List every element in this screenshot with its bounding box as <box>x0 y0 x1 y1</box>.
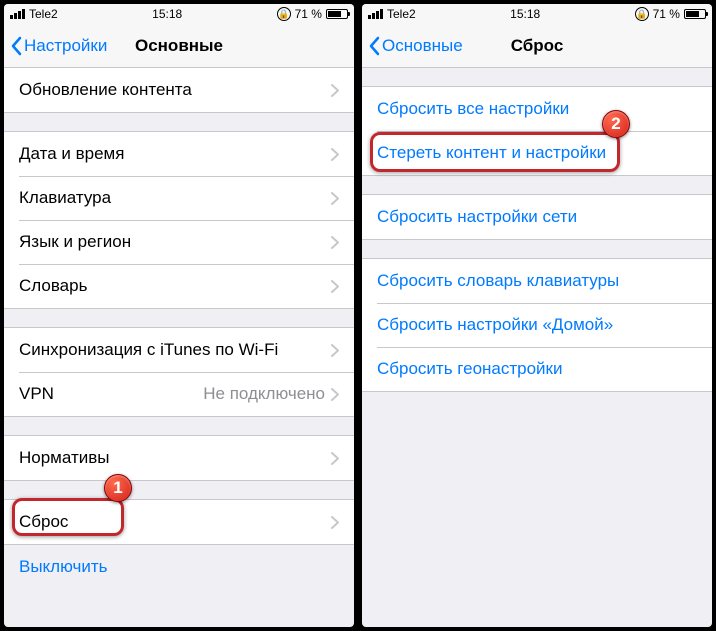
row-reset-all-settings[interactable]: Сбросить все настройки <box>362 87 712 131</box>
row-label: Сбросить настройки сети <box>377 207 577 227</box>
row-language-region[interactable]: Язык и регион <box>4 220 354 264</box>
rotation-lock-icon: 🔒 <box>277 7 291 21</box>
chevron-right-icon <box>331 236 339 249</box>
row-reset[interactable]: Сброс <box>4 500 354 544</box>
screen-general: Tele2 15:18 🔒 71 % Настройки Основные Об… <box>4 4 354 627</box>
row-label: Сбросить словарь клавиатуры <box>377 271 619 291</box>
status-bar: Tele2 15:18 🔒 71 % <box>362 4 712 24</box>
row-content-update[interactable]: Обновление контента <box>4 68 354 112</box>
chevron-left-icon <box>368 36 380 56</box>
chevron-right-icon <box>331 148 339 161</box>
clock-label: 15:18 <box>152 7 182 21</box>
row-label: Сброс <box>19 512 68 532</box>
chevron-right-icon <box>331 516 339 529</box>
row-itunes-wifi-sync[interactable]: Синхронизация с iTunes по Wi-Fi <box>4 328 354 372</box>
status-bar: Tele2 15:18 🔒 71 % <box>4 4 354 24</box>
back-label: Настройки <box>24 36 107 56</box>
row-label: Выключить <box>19 557 107 577</box>
row-label: Дата и время <box>19 144 124 164</box>
row-reset-location[interactable]: Сбросить геонастройки <box>362 347 712 391</box>
chevron-right-icon <box>331 388 339 401</box>
chevron-right-icon <box>331 84 339 97</box>
row-label: Сбросить настройки «Домой» <box>377 315 613 335</box>
clock-label: 15:18 <box>510 7 540 21</box>
row-label: Клавиатура <box>19 188 111 208</box>
chevron-right-icon <box>331 344 339 357</box>
battery-percent: 71 % <box>653 7 680 21</box>
chevron-right-icon <box>331 452 339 465</box>
row-reset-keyboard-dict[interactable]: Сбросить словарь клавиатуры <box>362 259 712 303</box>
row-label: Язык и регион <box>19 232 131 252</box>
nav-bar: Основные Сброс <box>362 24 712 68</box>
row-keyboard[interactable]: Клавиатура <box>4 176 354 220</box>
reset-list: Сбросить все настройки Стереть контент и… <box>362 68 712 627</box>
row-dictionary[interactable]: Словарь <box>4 264 354 308</box>
row-label: Сбросить геонастройки <box>377 359 563 379</box>
battery-icon <box>684 9 706 19</box>
row-detail: Не подключено <box>203 384 331 404</box>
back-button[interactable]: Основные <box>362 36 463 56</box>
chevron-right-icon <box>331 280 339 293</box>
back-label: Основные <box>382 36 463 56</box>
row-reset-home-layout[interactable]: Сбросить настройки «Домой» <box>362 303 712 347</box>
row-label: Стереть контент и настройки <box>377 143 606 163</box>
row-label: Сбросить все настройки <box>377 99 569 119</box>
screen-reset: Tele2 15:18 🔒 71 % Основные Сброс Сброси… <box>362 4 712 627</box>
row-label: Нормативы <box>19 448 110 468</box>
row-label: Синхронизация с iTunes по Wi-Fi <box>19 340 278 360</box>
row-label: Словарь <box>19 276 87 296</box>
row-erase-all-content[interactable]: Стереть контент и настройки <box>362 131 712 175</box>
rotation-lock-icon: 🔒 <box>635 7 649 21</box>
chevron-right-icon <box>331 192 339 205</box>
back-button[interactable]: Настройки <box>4 36 107 56</box>
battery-icon <box>326 9 348 19</box>
signal-icon <box>10 9 25 19</box>
signal-icon <box>368 9 383 19</box>
settings-list: Обновление контента Дата и время Клавиат… <box>4 68 354 627</box>
row-shutdown[interactable]: Выключить <box>4 545 354 589</box>
carrier-label: Tele2 <box>29 7 58 21</box>
carrier-label: Tele2 <box>387 7 416 21</box>
battery-percent: 71 % <box>295 7 322 21</box>
row-date-time[interactable]: Дата и время <box>4 132 354 176</box>
nav-bar: Настройки Основные <box>4 24 354 68</box>
row-label: Обновление контента <box>19 80 192 100</box>
row-regulatory[interactable]: Нормативы <box>4 436 354 480</box>
row-vpn[interactable]: VPN Не подключено <box>4 372 354 416</box>
row-reset-network[interactable]: Сбросить настройки сети <box>362 195 712 239</box>
row-label: VPN <box>19 384 54 404</box>
chevron-left-icon <box>10 36 22 56</box>
